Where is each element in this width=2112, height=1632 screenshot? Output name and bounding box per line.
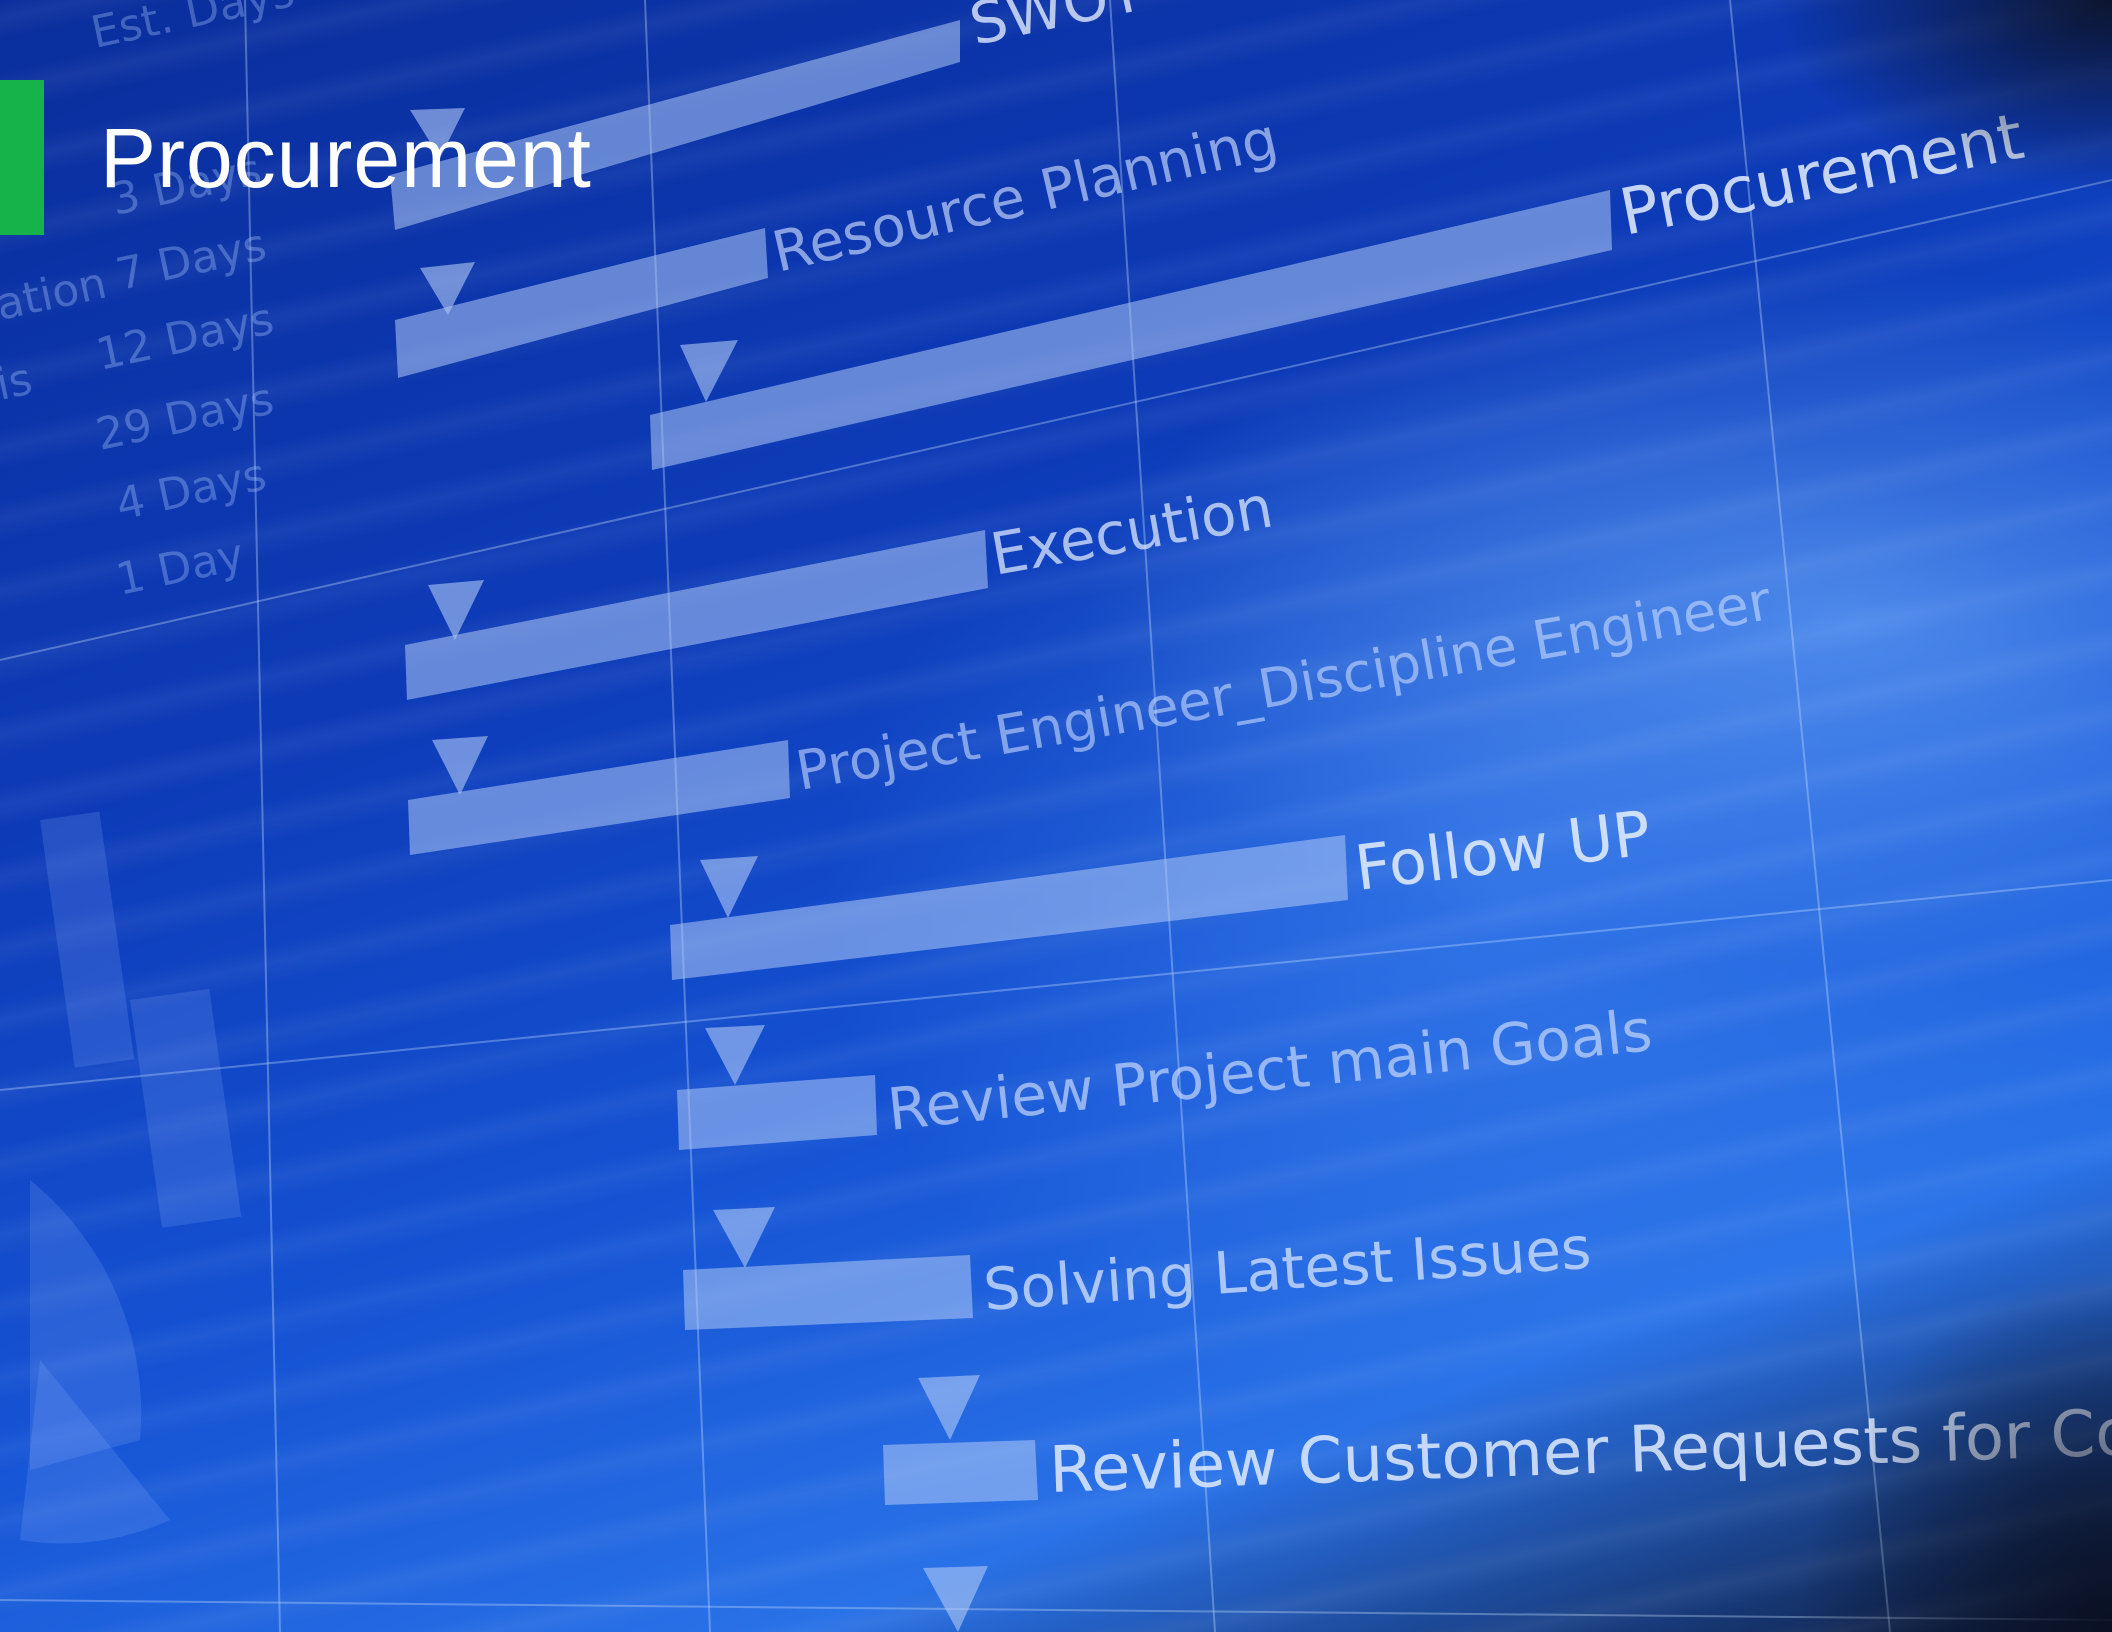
task-bar [670,835,1348,980]
triangle-down-icon [428,580,484,640]
green-accent-bar [0,80,44,235]
page-title: Procurement [100,110,592,205]
duration-label: 29 Days [92,373,278,460]
triangle-down-icon [700,856,758,918]
task-label: Resource Planning [767,106,1284,285]
duration-label: 12 Days [92,293,278,380]
task-bar [677,1075,877,1150]
task-bar [883,1440,1038,1505]
title-block: Procurement [0,80,592,235]
task-label: SWOT [964,0,1150,59]
task-label: Execution [986,472,1278,588]
task-label: Review Customer Requests for Com [1048,1394,2112,1508]
triangle-down-icon [705,1025,765,1085]
grid-lines [0,0,2112,1632]
task-bar [405,530,988,700]
task-bar [683,1255,973,1330]
triangle-down-icon [923,1566,988,1632]
triangle-down-icon [918,1375,980,1440]
duration-label: 4 Days [112,449,271,530]
column-header: Est. Days [87,0,299,59]
triangle-down-icon [680,340,738,402]
task-label: Procurement [1614,100,2030,251]
side-label: ation [0,258,111,331]
task-label: Project Engineer_Discipline Engineer [791,569,1776,803]
side-label: is [0,354,37,411]
task-label: Review Project main Goals [884,996,1655,1144]
gantt-chart-graphic: Est. Days ation is 3 Days 7 Days 12 Days… [0,0,2112,1632]
task-label: Follow UP [1351,796,1655,905]
gantt-svg: Est. Days ation is 3 Days 7 Days 12 Days… [0,0,2112,1632]
duration-label: 1 Day [112,529,249,606]
triangle-down-icon [432,736,488,795]
task-label: Solving Latest Issues [981,1214,1593,1324]
triangle-down-icon [713,1207,775,1268]
background-photo: Est. Days ation is 3 Days 7 Days 12 Days… [0,0,2112,1632]
background-chart-shapes [20,811,242,1544]
